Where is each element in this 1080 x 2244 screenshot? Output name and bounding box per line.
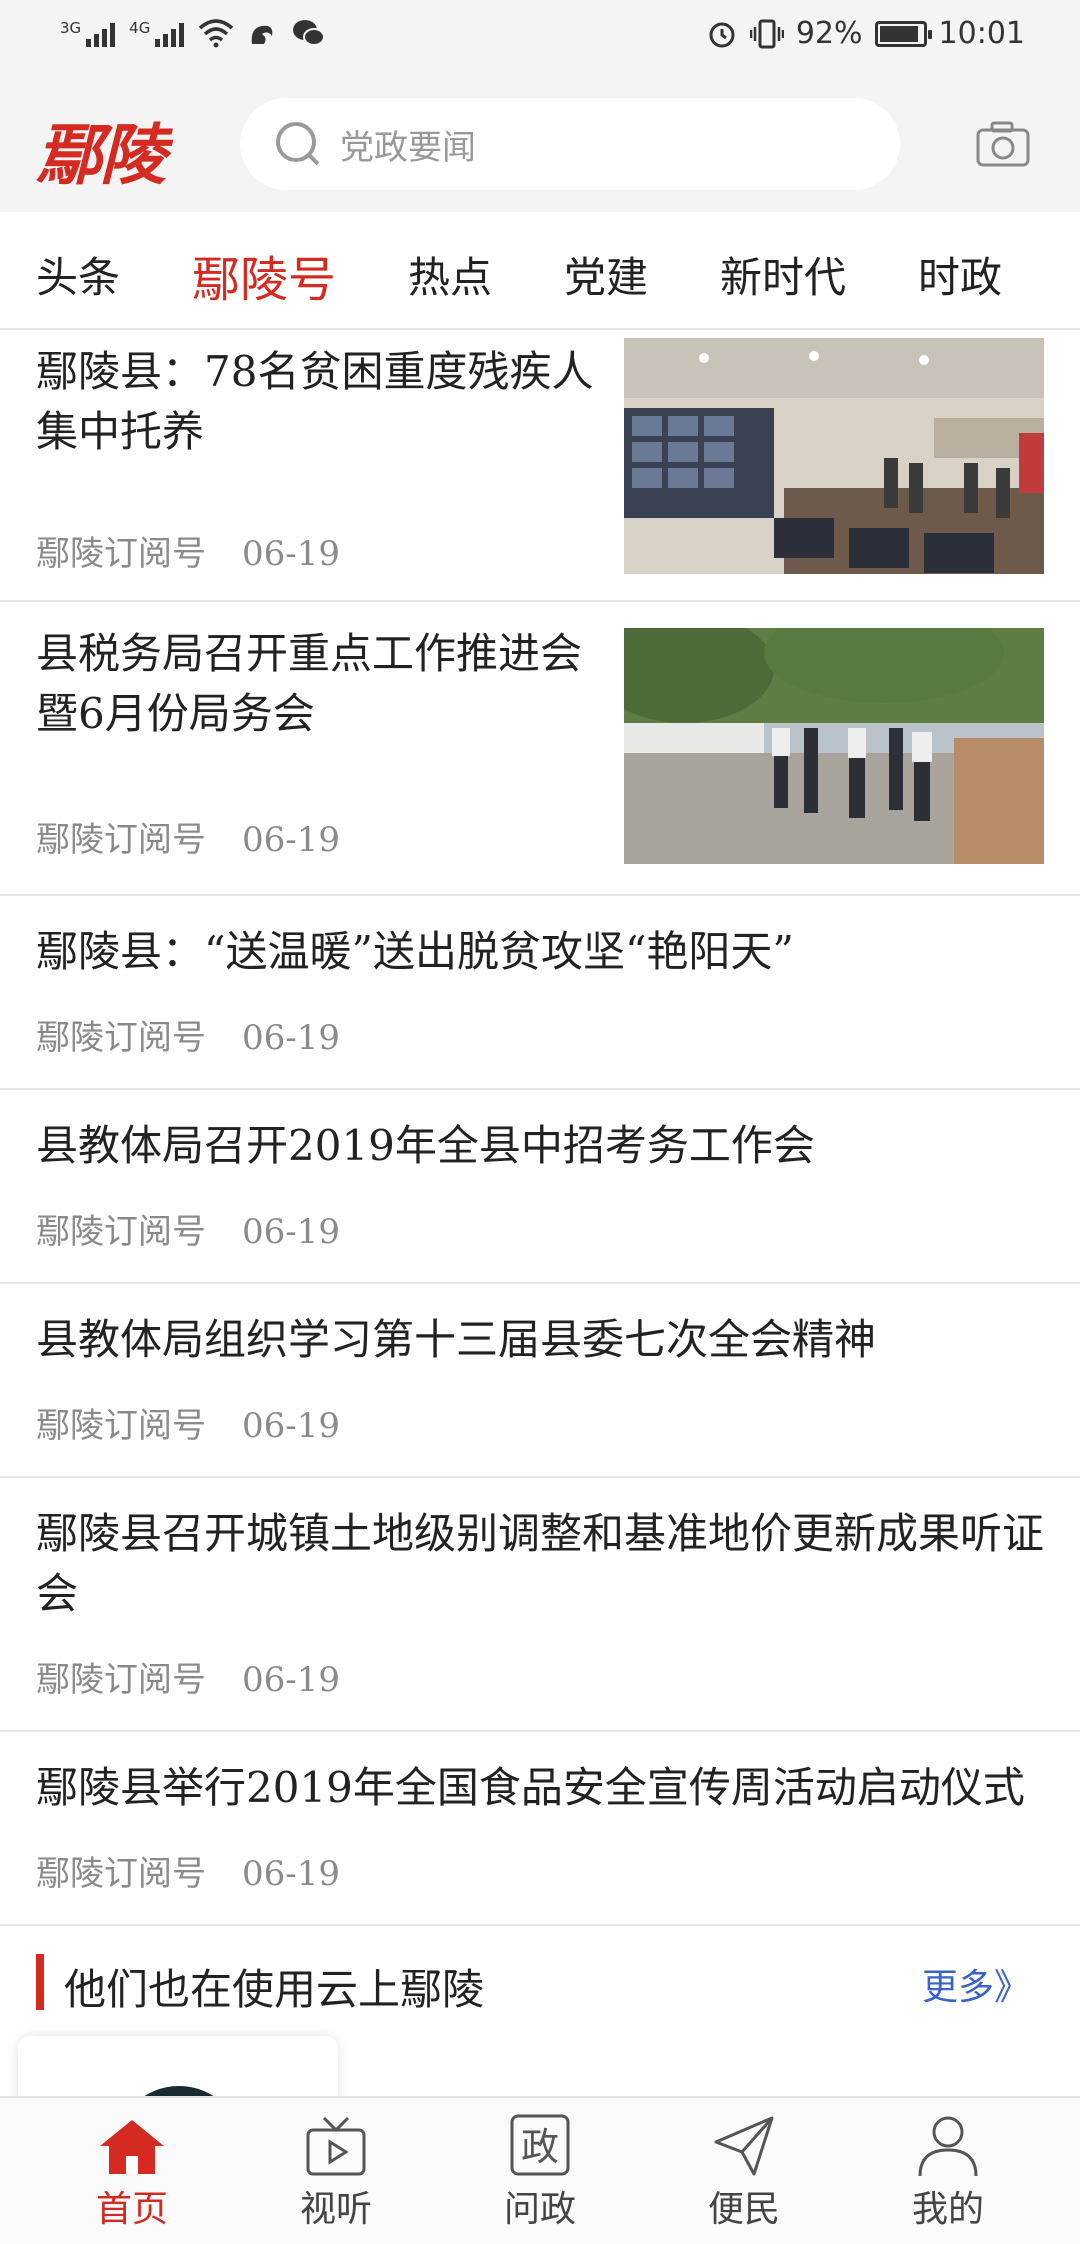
news-item[interactable]: 县教体局召开2019年全县中招考务工作会 鄢陵订阅号 06-19 (0, 1090, 1080, 1284)
app-logo: 鄢陵 (36, 116, 166, 194)
svg-text:政: 政 (521, 2125, 559, 2169)
nav-label: 视听 (299, 2189, 372, 2230)
news-title: 县教体局组织学习第十三届县委七次全会精神 (36, 1315, 877, 1364)
nav-bianmin[interactable]: 便民 (674, 2114, 814, 2232)
news-source: 鄢陵订阅号 (36, 534, 206, 574)
tab-toutiao[interactable]: 头条 (36, 244, 120, 305)
news-meta: 鄢陵订阅号 06-19 (36, 1010, 340, 1059)
search-icon (276, 122, 320, 166)
news-thumbnail (624, 338, 1044, 574)
tv-icon (306, 2116, 366, 2176)
news-item[interactable]: 鄢陵县举行2019年全国食品安全宣传周活动启动仪式 鄢陵订阅号 06-19 (0, 1732, 1080, 1926)
nav-mine[interactable]: 我的 (878, 2114, 1018, 2232)
news-source: 鄢陵订阅号 (36, 1854, 206, 1894)
network-label-2: 4G (129, 19, 151, 37)
nav-video[interactable]: 视听 (266, 2114, 406, 2232)
status-bar: 3G 4G 92% 10:01 (0, 0, 1080, 80)
tab-xinshidai[interactable]: 新时代 (720, 244, 846, 305)
news-date: 06-19 (242, 820, 341, 860)
users-section-header: 他们也在使用云上鄢陵 更多》 (0, 1926, 1080, 2036)
status-left: 3G 4G (60, 18, 326, 48)
clock: 10:01 (938, 16, 1025, 51)
nav-label: 首页 (95, 2189, 168, 2230)
news-meta: 鄢陵订阅号 06-19 (36, 1652, 340, 1701)
network-label-1: 3G (60, 19, 82, 37)
vibrate-icon (749, 19, 784, 48)
nav-label: 我的 (911, 2189, 984, 2230)
search-bar[interactable]: 党政要闻 (240, 98, 900, 190)
home-icon (100, 2120, 164, 2174)
section-title: 他们也在使用云上鄢陵 (64, 1965, 485, 2014)
search-placeholder: 党政要闻 (340, 127, 476, 168)
tab-redian[interactable]: 热点 (408, 244, 492, 305)
nav-wenzheng[interactable]: 政 问政 (470, 2114, 610, 2232)
news-meta: 鄢陵订阅号 06-19 (36, 1204, 340, 1253)
tab-yanlinghao[interactable]: 鄢陵号 (192, 240, 336, 310)
wifi-icon (199, 19, 234, 48)
paper-plane-icon (714, 2116, 774, 2176)
nav-home[interactable]: 首页 (62, 2114, 202, 2232)
zheng-icon: 政 (510, 2114, 570, 2176)
signal-3g-icon: 3G (60, 19, 116, 47)
news-date: 06-19 (242, 1018, 341, 1058)
news-title: 鄢陵县：78名贫困重度残疾人集中托养 (36, 347, 594, 456)
news-source: 鄢陵订阅号 (36, 1212, 206, 1252)
app-header: 鄢陵 党政要闻 (0, 80, 1080, 212)
news-date: 06-19 (242, 1406, 341, 1446)
news-source: 鄢陵订阅号 (36, 1406, 206, 1446)
news-source: 鄢陵订阅号 (36, 820, 206, 860)
nav-label: 问政 (503, 2189, 576, 2230)
section-accent-bar (36, 1954, 44, 2010)
status-right: 92% 10:01 (706, 16, 1025, 51)
news-title: 鄢陵县：“送温暖”送出脱贫攻坚“艳阳天” (36, 927, 794, 976)
battery-percent: 92% (795, 16, 863, 51)
user-icon (918, 2116, 978, 2177)
news-meta: 鄢陵订阅号 06-19 (36, 812, 340, 861)
news-item[interactable]: 县教体局组织学习第十三届县委七次全会精神 鄢陵订阅号 06-19 (0, 1284, 1080, 1478)
news-source: 鄢陵订阅号 (36, 1018, 206, 1058)
signal-4g-icon: 4G (129, 19, 185, 47)
news-date: 06-19 (242, 534, 341, 574)
squirrel-app-icon (252, 25, 273, 44)
news-title: 县教体局召开2019年全县中招考务工作会 (36, 1121, 815, 1170)
news-thumbnail (624, 628, 1044, 864)
news-source: 鄢陵订阅号 (36, 1660, 206, 1700)
channel-tabs: 头条 鄢陵号 热点 党建 新时代 时政 (0, 212, 1080, 330)
wechat-icon (293, 20, 326, 46)
tab-shizheng[interactable]: 时政 (918, 244, 1002, 305)
battery-icon (874, 20, 932, 47)
news-meta: 鄢陵订阅号 06-19 (36, 526, 340, 575)
tab-dangjian[interactable]: 党建 (564, 244, 648, 305)
bottom-nav: 首页 视听 政 问政 便民 我的 (0, 2096, 1080, 2244)
nav-label: 便民 (707, 2189, 780, 2230)
news-item[interactable]: 鄢陵县：78名贫困重度残疾人集中托养 鄢陵订阅号 06-19 (0, 330, 1080, 602)
news-date: 06-19 (242, 1854, 341, 1894)
news-date: 06-19 (242, 1212, 341, 1252)
alarm-icon (709, 22, 735, 47)
news-item[interactable]: 县税务局召开重点工作推进会暨6月份局务会 鄢陵订阅号 06-19 (0, 602, 1080, 896)
news-meta: 鄢陵订阅号 06-19 (36, 1398, 340, 1447)
news-date: 06-19 (242, 1660, 341, 1700)
news-meta: 鄢陵订阅号 06-19 (36, 1846, 340, 1895)
news-item[interactable]: 鄢陵县召开城镇土地级别调整和基准地价更新成果听证会 鄢陵订阅号 06-19 (0, 1478, 1080, 1732)
news-title: 鄢陵县举行2019年全国食品安全宣传周活动启动仪式 (36, 1763, 1025, 1812)
news-item[interactable]: 鄢陵县：“送温暖”送出脱贫攻坚“艳阳天” 鄢陵订阅号 06-19 (0, 896, 1080, 1090)
news-title: 县税务局召开重点工作推进会暨6月份局务会 (36, 629, 583, 738)
camera-icon[interactable] (976, 120, 1030, 168)
news-title: 鄢陵县召开城镇土地级别调整和基准地价更新成果听证会 (36, 1509, 1045, 1618)
more-link[interactable]: 更多》 (922, 1958, 1030, 2010)
